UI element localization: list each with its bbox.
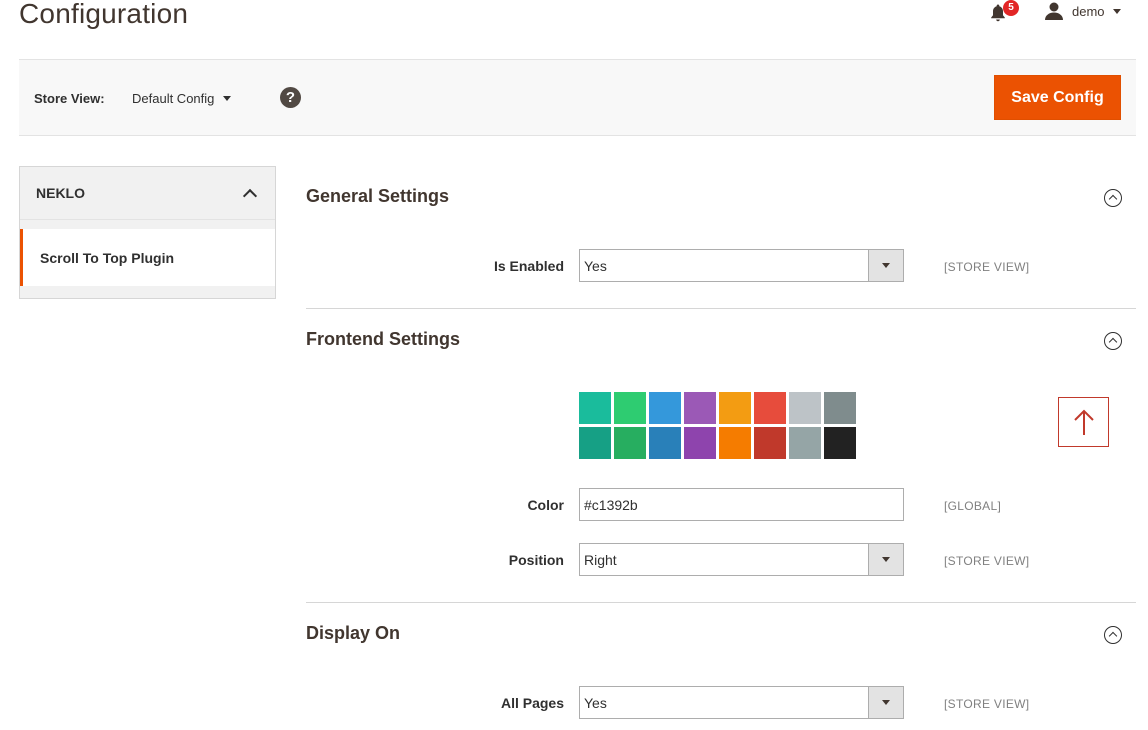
color-swatch[interactable]: [579, 427, 611, 459]
store-view-selected: Default Config: [132, 91, 215, 106]
all-pages-scope: [STORE VIEW]: [944, 697, 1030, 711]
store-view-switcher[interactable]: Default Config: [132, 91, 232, 106]
color-swatch-palette: [579, 392, 856, 459]
section-title-general-settings[interactable]: General Settings: [306, 186, 449, 207]
color-swatch[interactable]: [579, 392, 611, 424]
chevron-up-icon: [242, 188, 258, 203]
collapse-circle-icon[interactable]: [1104, 189, 1122, 207]
help-icon[interactable]: ?: [280, 87, 301, 108]
chevron-down-icon: [868, 250, 903, 281]
store-view-label: Store View:: [34, 91, 105, 106]
position-label: Position: [508, 552, 564, 568]
position-scope: [STORE VIEW]: [944, 554, 1030, 568]
sidebar-footer: [20, 286, 275, 298]
user-menu[interactable]: demo: [1044, 1, 1121, 21]
chevron-down-icon: [868, 687, 903, 718]
sidebar-item-scroll-to-top-plugin[interactable]: Scroll To Top Plugin: [20, 229, 275, 286]
color-label: Color: [527, 497, 564, 513]
user-icon: [1045, 2, 1063, 20]
all-pages-select[interactable]: Yes: [579, 686, 904, 719]
color-swatch[interactable]: [824, 392, 856, 424]
color-swatch[interactable]: [789, 392, 821, 424]
scroll-to-top-preview[interactable]: [1058, 397, 1109, 447]
chevron-down-icon: [1112, 8, 1121, 14]
color-swatch[interactable]: [614, 427, 646, 459]
is-enabled-scope: [STORE VIEW]: [944, 260, 1030, 274]
color-swatch[interactable]: [684, 392, 716, 424]
color-swatch[interactable]: [719, 392, 751, 424]
sidebar-group-title: NEKLO: [36, 185, 85, 201]
user-name: demo: [1072, 3, 1105, 19]
section-divider: [306, 308, 1136, 309]
collapse-circle-icon[interactable]: [1104, 332, 1122, 350]
arrow-up-icon: [1074, 409, 1094, 435]
section-divider: [306, 602, 1136, 603]
color-swatch[interactable]: [719, 427, 751, 459]
chevron-down-icon: [868, 544, 903, 575]
color-swatch[interactable]: [754, 427, 786, 459]
is-enabled-value: Yes: [584, 258, 607, 274]
notifications-count-badge: 5: [1003, 0, 1019, 16]
page-title: Configuration: [19, 0, 189, 29]
all-pages-value: Yes: [584, 695, 607, 711]
sidebar-group-neklo[interactable]: NEKLO: [20, 167, 275, 220]
color-swatch[interactable]: [649, 427, 681, 459]
position-value: Right: [584, 552, 617, 568]
config-sidebar: NEKLO Scroll To Top Plugin: [19, 166, 276, 299]
is-enabled-select[interactable]: Yes: [579, 249, 904, 282]
is-enabled-label: Is Enabled: [493, 258, 564, 274]
all-pages-label: All Pages: [500, 695, 564, 711]
store-view-bar: Store View: Default Config ? Save Config: [19, 59, 1136, 136]
color-swatch[interactable]: [754, 392, 786, 424]
color-swatch[interactable]: [649, 392, 681, 424]
color-swatch[interactable]: [789, 427, 821, 459]
chevron-down-icon: [223, 96, 232, 101]
position-select[interactable]: Right: [579, 543, 904, 576]
section-title-display-on[interactable]: Display On: [306, 623, 400, 644]
color-swatch[interactable]: [684, 427, 716, 459]
color-swatch[interactable]: [824, 427, 856, 459]
save-config-button[interactable]: Save Config: [994, 75, 1121, 120]
collapse-circle-icon[interactable]: [1104, 626, 1122, 644]
section-title-frontend-settings[interactable]: Frontend Settings: [306, 329, 460, 350]
color-input[interactable]: [579, 488, 904, 521]
color-scope: [GLOBAL]: [944, 499, 1002, 513]
sidebar-spacer: [20, 220, 275, 229]
color-swatch[interactable]: [614, 392, 646, 424]
